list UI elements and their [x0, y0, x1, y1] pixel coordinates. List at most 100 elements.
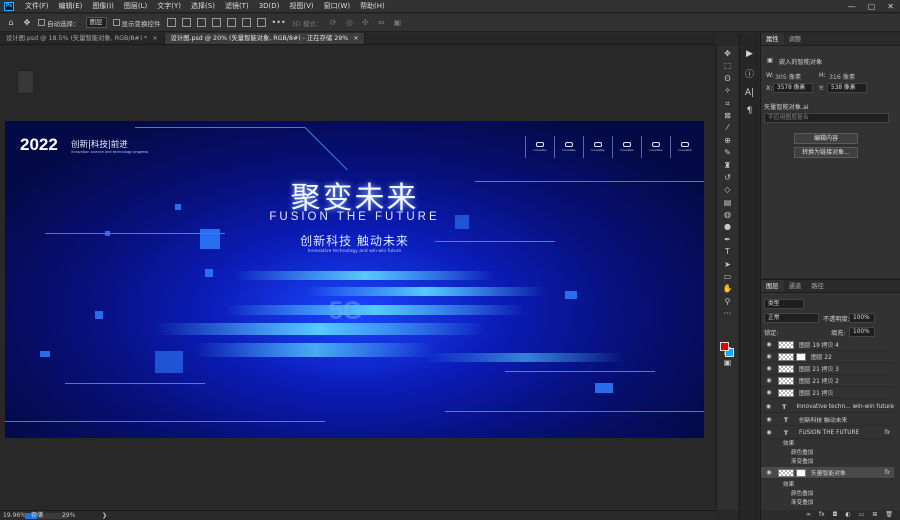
effects-label[interactable]: 效果	[783, 439, 794, 447]
align-left-icon[interactable]	[166, 18, 176, 27]
move-tool-icon[interactable]: ✥	[22, 18, 32, 27]
blur-tool-icon[interactable]: ◍	[721, 209, 735, 221]
floating-tool-panel[interactable]	[17, 70, 34, 94]
new-group-icon[interactable]: ▭	[859, 510, 865, 520]
tab-close-icon[interactable]: ×	[353, 33, 358, 44]
y-position-field[interactable]: 538 像素	[827, 83, 867, 93]
tab-paths[interactable]: 路径	[806, 280, 829, 292]
more-tools-icon[interactable]: ···	[721, 308, 735, 320]
character-icon[interactable]: A|	[745, 88, 754, 98]
height-value[interactable]: 316 像素	[829, 72, 855, 81]
home-icon[interactable]: ⌂	[6, 18, 16, 27]
eyedropper-icon[interactable]: ⁄	[721, 122, 735, 134]
menu-3d[interactable]: 3D(D)	[254, 2, 285, 10]
magic-wand-icon[interactable]: ✧	[721, 85, 735, 97]
layer-row-selected[interactable]: ◉ 矢量智能对象 fx	[761, 467, 894, 479]
tab-close-icon[interactable]: ×	[152, 33, 157, 44]
layer-row[interactable]: ◉ 图层 21 拷贝 2	[761, 375, 894, 387]
banner-artwork[interactable]: 2022 创新|科技|前进 innovation science and tec…	[5, 121, 704, 438]
align-center-icon[interactable]	[181, 18, 191, 27]
paragraph-icon[interactable]: ¶	[747, 106, 753, 116]
menu-help[interactable]: 帮助(H)	[355, 1, 390, 11]
visibility-eye-icon[interactable]: ◉	[764, 341, 774, 348]
blend-mode-dropdown[interactable]: 正常	[764, 313, 819, 323]
more-options-icon[interactable]: •••	[272, 18, 286, 27]
pen-tool-icon[interactable]: ✒	[721, 234, 735, 246]
hand-tool-icon[interactable]: ✋	[721, 283, 735, 295]
maximize-button[interactable]: ▢	[868, 0, 876, 13]
dodge-tool-icon[interactable]: ●	[721, 221, 735, 233]
tab-adjustments[interactable]: 调整	[784, 33, 807, 45]
visibility-eye-icon[interactable]: ◉	[764, 353, 774, 360]
visibility-eye-icon[interactable]: ◉	[764, 365, 774, 372]
crop-tool-icon[interactable]: ⌗	[721, 98, 735, 110]
effects-label[interactable]: 效果	[783, 480, 794, 488]
3d-roll-icon[interactable]: ◎	[344, 18, 354, 27]
menu-edit[interactable]: 编辑(E)	[54, 1, 88, 11]
menu-type[interactable]: 文字(Y)	[152, 1, 186, 11]
close-button[interactable]: ✕	[887, 0, 894, 13]
menu-filter[interactable]: 滤镜(T)	[220, 1, 254, 11]
menu-select[interactable]: 选择(S)	[186, 1, 220, 11]
clone-stamp-icon[interactable]: ♜	[721, 160, 735, 172]
type-tool-icon[interactable]: T	[721, 246, 735, 258]
rectangle-tool-icon[interactable]: ▭	[721, 271, 735, 283]
3d-pan-icon[interactable]: ✣	[360, 18, 370, 27]
minimize-button[interactable]: —	[848, 0, 856, 13]
edit-contents-button[interactable]: 编辑内容	[794, 133, 858, 144]
layer-row[interactable]: ◉ 图层 21 拷贝 3	[761, 363, 894, 375]
new-layer-icon[interactable]: ⊞	[872, 510, 877, 520]
layer-filter-dropdown[interactable]: 类型	[764, 299, 804, 309]
tab-layers[interactable]: 图层	[761, 280, 784, 292]
layer-row[interactable]: ◉ T Innovative techn... win-win future	[761, 401, 894, 413]
layer-row[interactable]: ◉ 图层 22	[761, 351, 894, 363]
menu-image[interactable]: 图像(I)	[87, 1, 119, 11]
align-right-icon[interactable]	[196, 18, 206, 27]
move-tool-icon[interactable]: ✥	[721, 48, 735, 60]
history-brush-icon[interactable]: ↺	[721, 172, 735, 184]
zoom-level[interactable]: 19.96%	[3, 511, 26, 520]
layer-effects-icon[interactable]: fx	[884, 429, 890, 436]
auto-select-checkbox[interactable]: 自动选择：	[38, 18, 80, 28]
foreground-color-swatch[interactable]	[720, 342, 729, 351]
layer-row[interactable]: ◉ T 创新科技 触动未来	[761, 414, 894, 426]
layer-select-dropdown[interactable]: 图层	[85, 17, 107, 28]
color-overlay-effect[interactable]: 颜色叠加	[791, 448, 813, 456]
layer-row[interactable]: ◉ 图层 21 拷贝	[761, 387, 894, 399]
tab-channels[interactable]: 通道	[784, 280, 807, 292]
visibility-eye-icon[interactable]: ◉	[764, 416, 774, 423]
align-top-icon[interactable]	[211, 18, 221, 27]
history-icon[interactable]: ▶	[746, 49, 753, 59]
brush-tool-icon[interactable]: ✎	[721, 147, 735, 159]
align-bottom-icon[interactable]	[241, 18, 251, 27]
lasso-tool-icon[interactable]: ʘ	[721, 73, 735, 85]
frame-tool-icon[interactable]: ⊠	[721, 110, 735, 122]
3d-scale-icon[interactable]: ▣	[392, 18, 402, 27]
healing-brush-icon[interactable]: ⊕	[721, 135, 735, 147]
visibility-eye-icon[interactable]: ◉	[764, 469, 774, 476]
eraser-icon[interactable]: ◇	[721, 184, 735, 196]
adjustment-layer-icon[interactable]: ◐	[845, 510, 850, 520]
layer-effects-icon[interactable]: fx	[884, 469, 890, 476]
path-select-icon[interactable]: ➤	[721, 259, 735, 271]
menu-layer[interactable]: 图层(L)	[119, 1, 152, 11]
info-icon[interactable]: ⓘ	[745, 67, 754, 80]
x-position-field[interactable]: 3578 像素	[773, 83, 813, 93]
add-mask-icon[interactable]: ◘	[833, 510, 838, 520]
tab-document-1[interactable]: 设计图.psd @ 18.5% (矢量智能对象, RGB/8#) * ×	[0, 33, 165, 44]
convert-to-linked-button[interactable]: 转换为链接对象...	[794, 147, 858, 158]
distribute-icon[interactable]	[256, 18, 266, 27]
opacity-field[interactable]: 100%	[849, 313, 875, 323]
visibility-eye-icon[interactable]: ◉	[764, 377, 774, 384]
tab-document-2[interactable]: 设计图.psd @ 20% (矢量智能对象, RGB/8#) - 正在存储 29…	[164, 33, 366, 44]
status-menu-arrow-icon[interactable]: ❯	[102, 511, 107, 520]
layer-row[interactable]: ◉ T FUSION THE FUTURE fx	[761, 427, 894, 439]
add-style-icon[interactable]: fx	[819, 510, 825, 520]
3d-slide-icon[interactable]: ⇔	[376, 18, 386, 27]
layer-row[interactable]: ◉ 图层 19 拷贝 4	[761, 339, 894, 351]
menu-view[interactable]: 视图(V)	[284, 1, 318, 11]
gradient-overlay-effect[interactable]: 渐变叠加	[791, 498, 813, 506]
visibility-eye-icon[interactable]: ◉	[764, 429, 774, 436]
tab-properties[interactable]: 属性	[761, 33, 784, 45]
screen-mode-icon[interactable]: ▣	[721, 357, 735, 369]
